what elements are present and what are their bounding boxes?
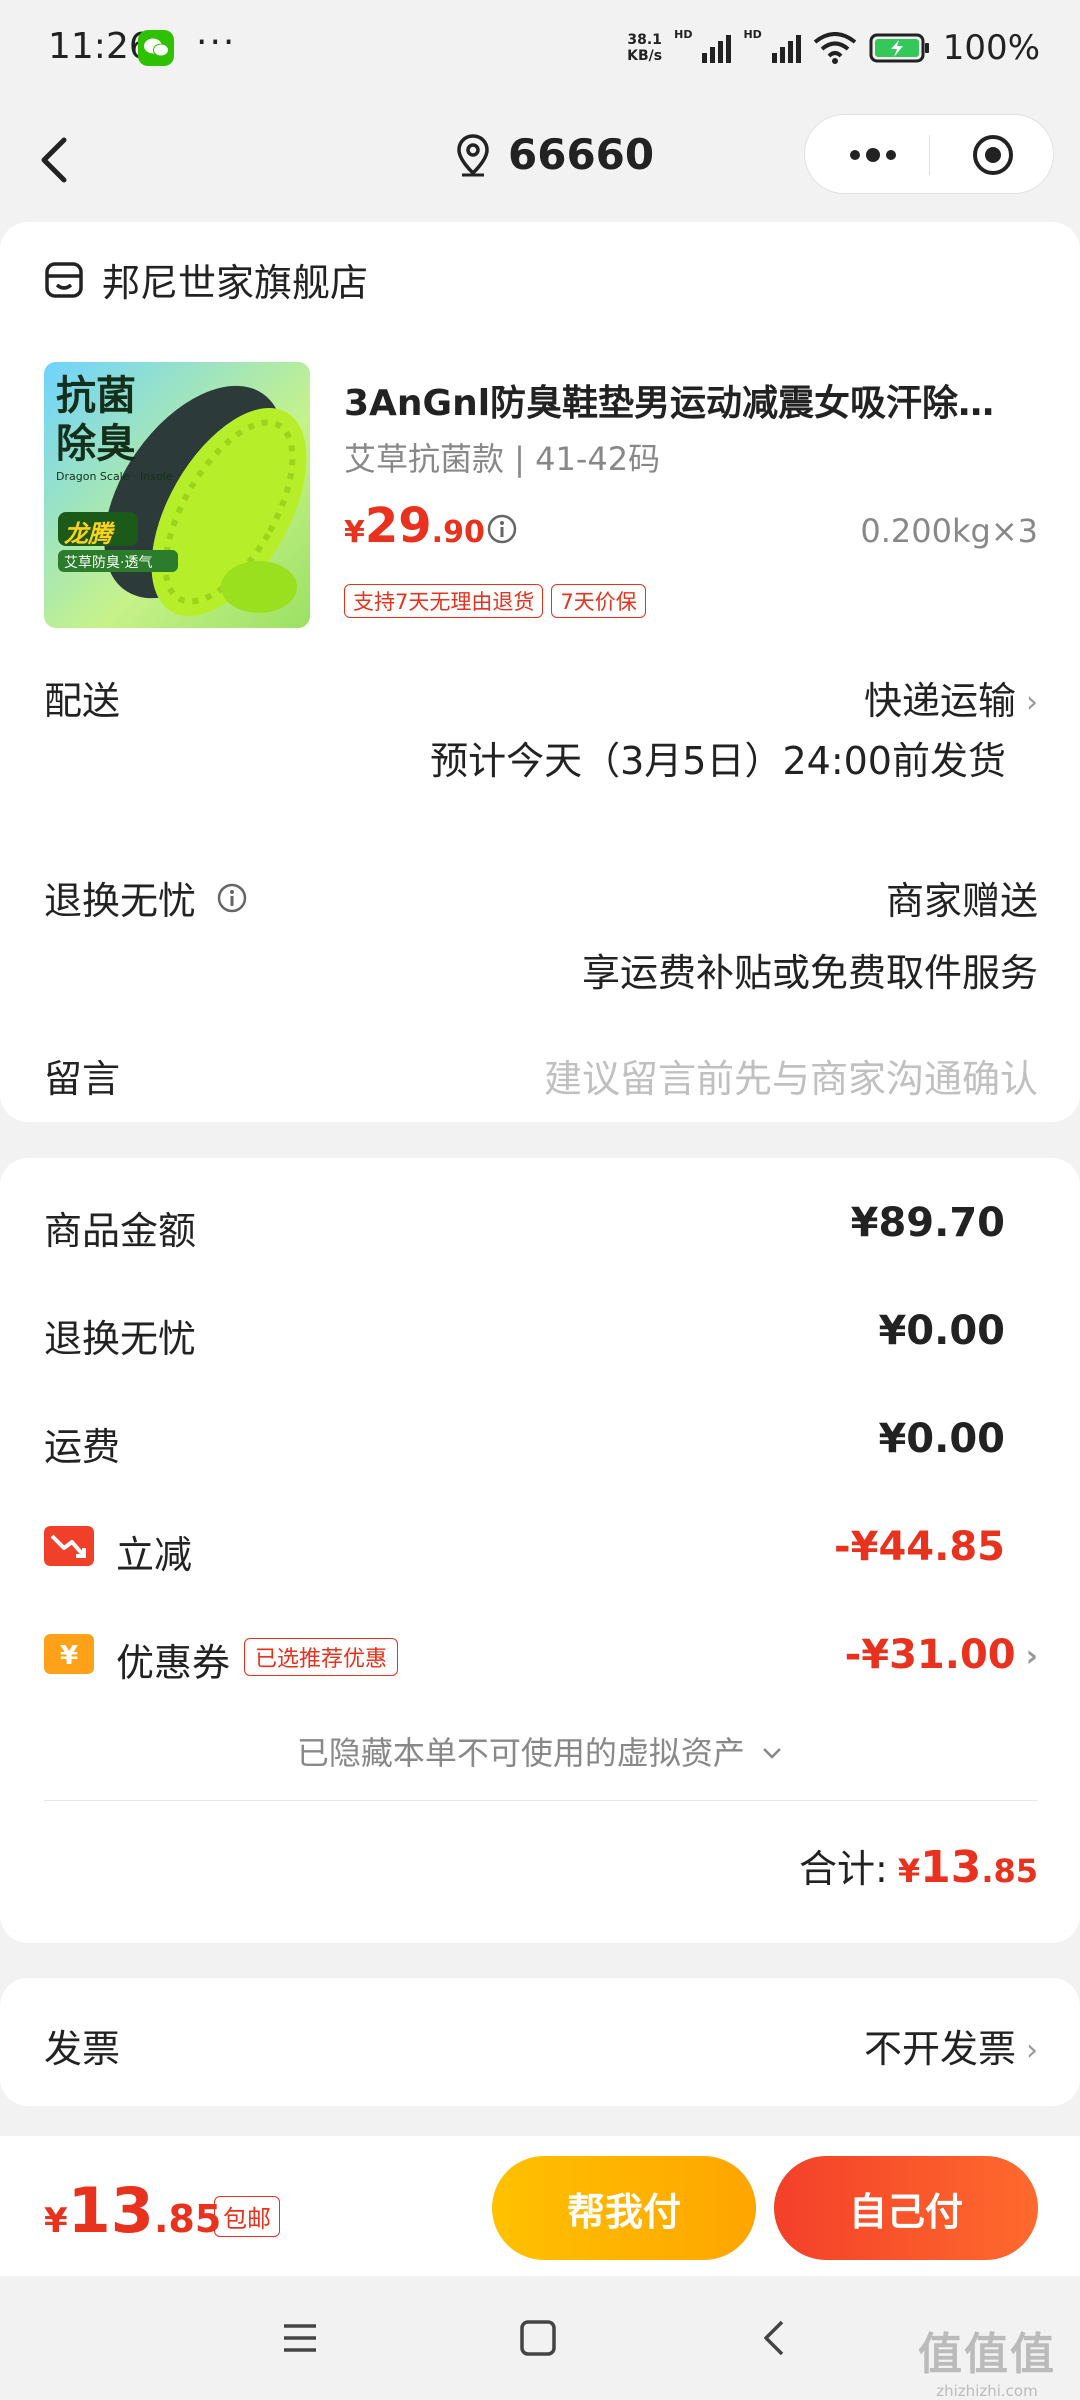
product-thumbnail[interactable]: 抗菌 除臭 Dragon Scale · Insole 龙腾 艾草防臭·透气 <box>44 362 310 628</box>
battery-percent: 100% <box>942 28 1040 68</box>
battery-icon <box>869 33 929 63</box>
menu-icon[interactable] <box>280 2318 320 2358</box>
wifi-icon <box>813 32 857 64</box>
location-pin-icon <box>457 133 489 176</box>
invoice-label: 发票 <box>44 2027 121 2071</box>
returns-info-icon[interactable] <box>216 882 248 914</box>
status-more: ··· <box>196 22 237 63</box>
product-name[interactable]: 3AnGnl防臭鞋垫男运动减震女吸汗除臭鞋垫 <box>344 374 1024 426</box>
nav-bar: 66660 <box>0 100 1080 218</box>
help-pay-button[interactable]: 帮我付 <box>492 2156 756 2260</box>
thumb-text-1: 抗菌 <box>56 373 136 419</box>
goods-amount-label: 商品金额 <box>44 1209 197 1253</box>
delivery-estimate: 预计今天（3月5日）24:00前发货 <box>430 739 1006 783</box>
tag-7day-return: 支持7天无理由退货 <box>344 584 544 618</box>
signal-icon-2 <box>771 33 801 63</box>
tag-price-protect: 7天价保 <box>551 584 646 618</box>
signal-icon <box>702 33 732 63</box>
total-label: 合计: <box>799 1847 888 1891</box>
home-icon[interactable] <box>518 2318 558 2358</box>
product-weight-qty: 0.200kg×3 <box>860 512 1038 550</box>
watermark: 值值值 zhizhizhi.com <box>918 2329 1056 2400</box>
svg-text:¥: ¥ <box>60 1641 78 1671</box>
discount-icon <box>44 1526 94 1566</box>
price-info-icon[interactable] <box>486 513 518 545</box>
coupon-value[interactable]: -¥31.00 › <box>845 1632 1038 1678</box>
store-name: 邦尼世家旗舰店 <box>102 261 369 305</box>
coupon-icon: ¥ <box>44 1634 94 1674</box>
message-label: 留言 <box>44 1057 121 1101</box>
message-input[interactable]: 建议留言前先与商家沟通确认 <box>544 1048 1038 1103</box>
price-summary-card: 商品金额 ¥89.70 退换无忧 ¥0.00 运费 ¥0.00 立减 -¥44.… <box>0 1158 1080 1943</box>
product-spec: 艾草抗菌款 | 41-42码 <box>344 440 661 478</box>
status-bar: 11:26 ··· 38.1 KB/s HD HD 100% <box>0 0 1080 100</box>
thumb-text-2: 除臭 <box>56 421 136 467</box>
store-row[interactable]: 邦尼世家旗舰店 <box>44 252 368 307</box>
invoice-value[interactable]: 不开发票 › <box>864 2018 1038 2073</box>
back-nav-icon[interactable] <box>756 2318 796 2358</box>
returns-label: 退换无忧 <box>44 879 197 923</box>
wechat-icon <box>138 30 174 66</box>
close-target-icon[interactable] <box>971 133 1015 177</box>
returns-value: 商家赠送 <box>885 879 1038 923</box>
chevron-right-icon: › <box>1025 1639 1038 1674</box>
goods-amount-value: ¥89.70 <box>850 1200 1005 1246</box>
nav-title: 66660 <box>456 130 654 179</box>
delivery-label: 配送 <box>44 679 121 723</box>
delivery-method[interactable]: 快递运输 › <box>864 670 1038 725</box>
chevron-right-icon: › <box>1026 2033 1038 2068</box>
pay-total: ¥13.85 <box>44 2174 222 2247</box>
net-speed: 38.1 KB/s <box>627 32 663 64</box>
shipping-value: ¥0.00 <box>878 1416 1005 1462</box>
order-total: 合计: ¥ 13 .85 <box>799 1838 1038 1893</box>
discount-value: -¥44.85 <box>834 1524 1005 1570</box>
nav-title-text: 66660 <box>508 130 655 179</box>
back-icon[interactable] <box>30 130 80 190</box>
returns-fee-value: ¥0.00 <box>878 1308 1005 1354</box>
shipping-label: 运费 <box>44 1425 121 1469</box>
coupon-tag: 已选推荐优惠 <box>244 1638 399 1676</box>
hidden-assets-toggle[interactable]: 已隐藏本单不可使用的虚拟资产 <box>0 1728 1080 1774</box>
discount-label: 立减 <box>116 1533 193 1577</box>
pay-bar: ¥13.85 包邮 帮我付 自己付 <box>0 2136 1080 2276</box>
self-pay-button[interactable]: 自己付 <box>774 2156 1038 2260</box>
product-price: ¥29.90 <box>344 498 485 554</box>
returns-row: 退换无忧 <box>44 870 248 925</box>
order-card: 邦尼世家旗舰店 抗菌 除臭 Dragon Scale · Insole 龙腾 艾… <box>0 222 1080 1122</box>
free-shipping-tag: 包邮 <box>214 2196 280 2237</box>
more-icon[interactable] <box>833 133 913 177</box>
hd-label: HD <box>674 28 693 41</box>
thumb-caption: 艾草防臭·透气 <box>64 555 153 571</box>
invoice-card[interactable]: 发票 不开发票 › <box>0 1978 1080 2106</box>
product-tags: 支持7天无理由退货 7天价保 <box>344 584 646 618</box>
hd-label-2: HD <box>743 28 762 41</box>
thumb-sub: Dragon Scale · Insole <box>56 470 173 483</box>
chevron-right-icon: › <box>1026 685 1038 720</box>
store-icon <box>45 261 83 298</box>
capsule-divider <box>929 135 930 175</box>
divider <box>44 1800 1038 1801</box>
thumb-badge: 龙腾 <box>64 520 112 548</box>
coupon-label: 优惠券 <box>116 1641 231 1685</box>
returns-fee-label: 退换无忧 <box>44 1317 197 1361</box>
mini-program-capsule <box>804 114 1054 194</box>
status-time: 11:26 <box>48 26 152 67</box>
returns-desc: 享运费补贴或免费取件服务 <box>581 951 1038 995</box>
chevron-down-icon <box>763 1748 781 1759</box>
